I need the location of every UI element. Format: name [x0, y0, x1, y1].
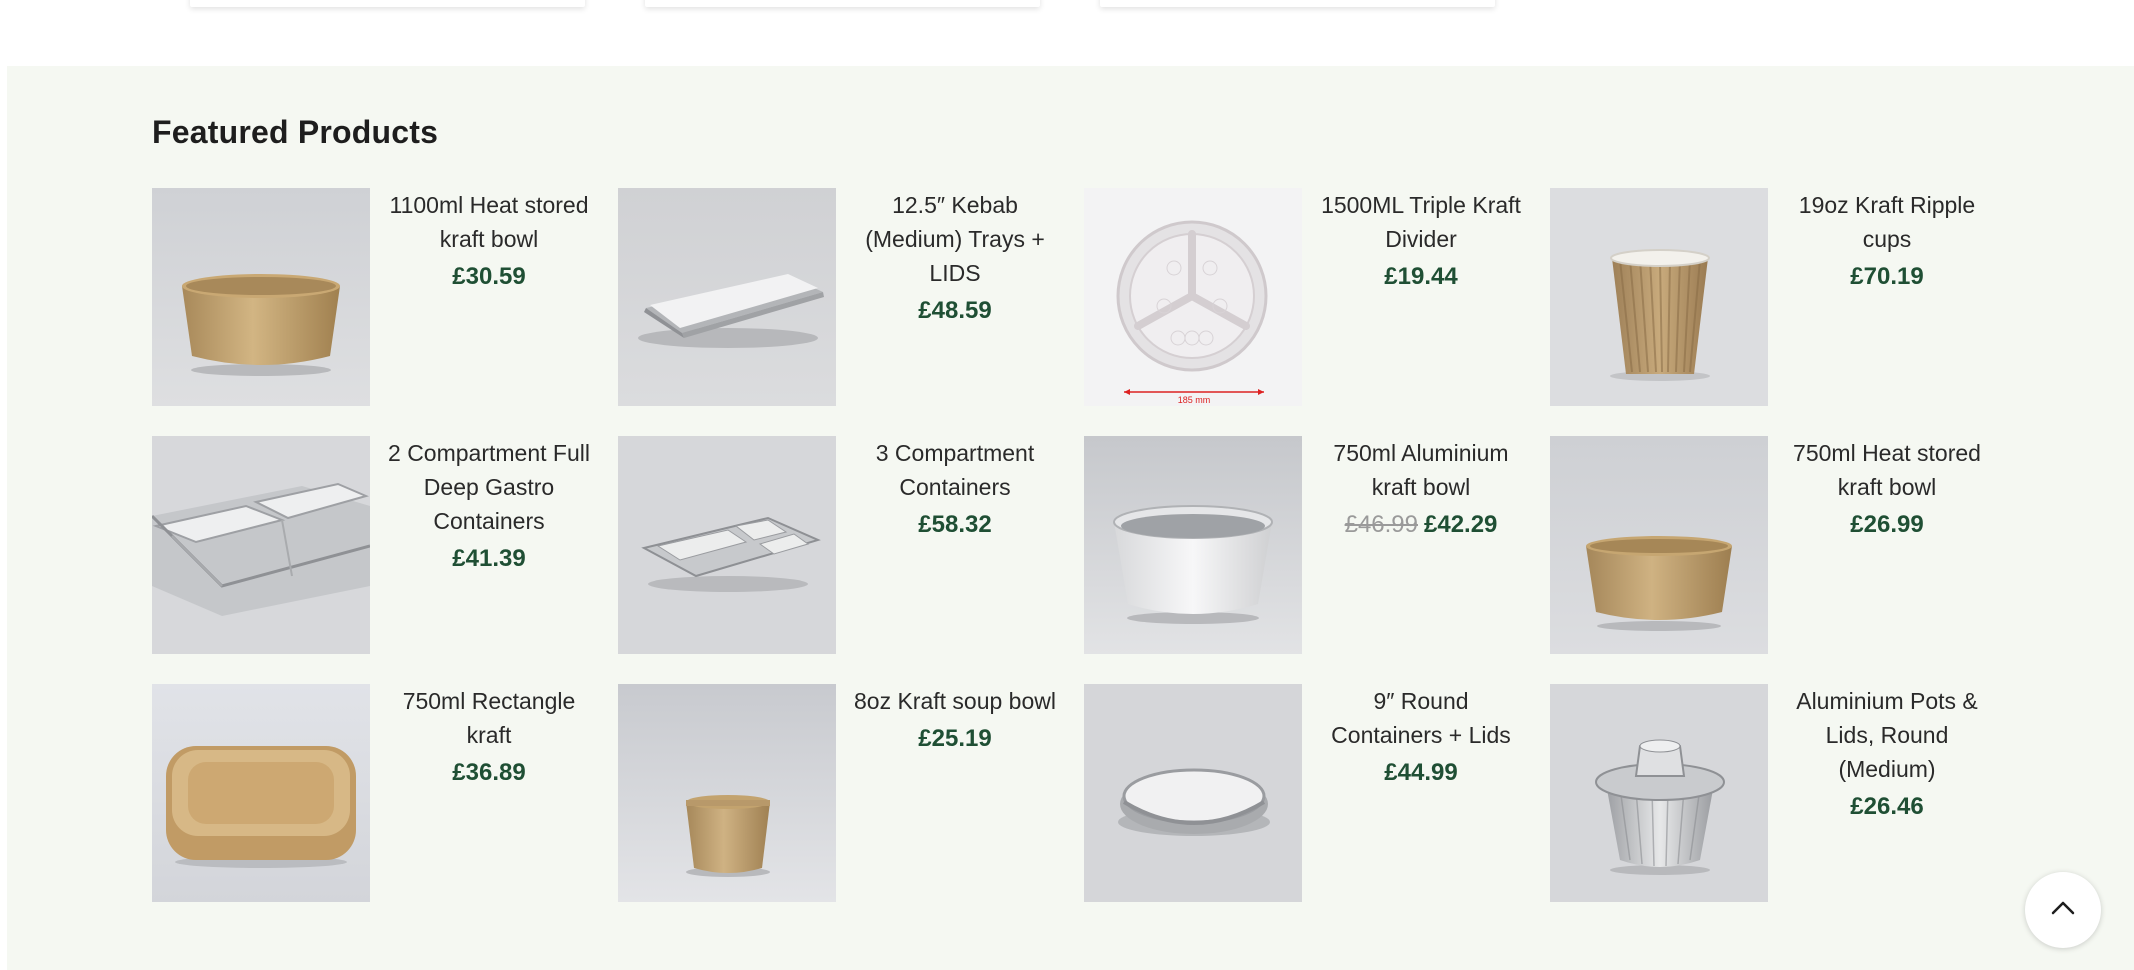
- product-image[interactable]: [618, 436, 836, 654]
- product-info: 750ml Rectangle kraft £36.89: [384, 684, 594, 788]
- soup-cup-icon: [618, 684, 836, 902]
- product-card[interactable]: 185 mm 1500ML Triple Kraft Divider £19.4…: [1084, 188, 1539, 406]
- product-name[interactable]: 3 Compartment Containers: [850, 436, 1060, 504]
- product-old-price: £46.99: [1344, 511, 1418, 538]
- product-card[interactable]: 750ml Heat stored kraft bowl £26.99: [1550, 436, 2005, 654]
- product-info: 1100ml Heat stored kraft bowl £30.59: [384, 188, 594, 292]
- product-card[interactable]: Aluminium Pots & Lids, Round (Medium) £2…: [1550, 684, 2005, 902]
- product-image[interactable]: [1550, 684, 1768, 902]
- product-price: £36.89: [452, 759, 526, 786]
- product-price: £26.99: [1850, 511, 1924, 538]
- product-card[interactable]: 1100ml Heat stored kraft bowl £30.59: [152, 188, 607, 406]
- kraft-bowl-icon: [1550, 436, 1768, 654]
- product-image[interactable]: [1550, 436, 1768, 654]
- product-price-row: £41.39: [384, 544, 594, 574]
- product-image[interactable]: [618, 684, 836, 902]
- product-name[interactable]: 750ml Rectangle kraft: [384, 684, 594, 752]
- product-price: £41.39: [452, 545, 526, 572]
- product-info: 2 Compartment Full Deep Gastro Container…: [384, 436, 594, 574]
- product-card[interactable]: 8oz Kraft soup bowl £25.19: [618, 684, 1073, 902]
- product-price-row: £30.59: [384, 262, 594, 292]
- product-price-row: £44.99: [1316, 758, 1526, 788]
- product-price-row: £48.59: [850, 296, 1060, 326]
- product-price-row: £26.46: [1782, 792, 1992, 822]
- product-price-row: £26.99: [1782, 510, 1992, 540]
- product-name[interactable]: 8oz Kraft soup bowl: [850, 684, 1060, 718]
- product-info: 750ml Aluminium kraft bowl £46.99 £42.29: [1316, 436, 1526, 540]
- product-price-row: £70.19: [1782, 262, 1992, 292]
- product-image[interactable]: [1550, 188, 1768, 406]
- round-foil-lid-icon: [1084, 684, 1302, 902]
- product-name[interactable]: 12.5″ Kebab (Medium) Trays + LIDS: [850, 188, 1060, 290]
- image-caption: 185 mm: [1178, 395, 1211, 405]
- product-image[interactable]: [618, 188, 836, 406]
- product-price: £25.19: [918, 725, 992, 752]
- product-price: £48.59: [918, 297, 992, 324]
- product-price: £19.44: [1384, 263, 1458, 290]
- ripple-cup-icon: [1550, 188, 1768, 406]
- product-price: £70.19: [1850, 263, 1924, 290]
- product-card[interactable]: 3 Compartment Containers £58.32: [618, 436, 1073, 654]
- product-name[interactable]: 750ml Heat stored kraft bowl: [1782, 436, 1992, 504]
- product-info: 3 Compartment Containers £58.32: [850, 436, 1060, 540]
- foil-pot-icon: [1550, 684, 1768, 902]
- product-image[interactable]: [152, 188, 370, 406]
- product-name[interactable]: Aluminium Pots & Lids, Round (Medium): [1782, 684, 1992, 786]
- rectangle-kraft-icon: [152, 684, 370, 902]
- back-to-top-button[interactable]: [2025, 872, 2101, 948]
- top-cards-strip: [0, 0, 2134, 66]
- product-image[interactable]: [1084, 684, 1302, 902]
- featured-products-section: Featured Products 1100ml Heat stored kra…: [7, 66, 2134, 970]
- aluminium-bowl-icon: [1084, 436, 1302, 654]
- product-image[interactable]: [152, 684, 370, 902]
- section-title: Featured Products: [152, 114, 439, 150]
- product-info: Aluminium Pots & Lids, Round (Medium) £2…: [1782, 684, 1992, 822]
- product-name[interactable]: 9″ Round Containers + Lids: [1316, 684, 1526, 752]
- product-card[interactable]: 12.5″ Kebab (Medium) Trays + LIDS £48.59: [618, 188, 1073, 406]
- product-card[interactable]: 2 Compartment Full Deep Gastro Container…: [152, 436, 607, 654]
- product-price: £58.32: [918, 511, 992, 538]
- product-info: 12.5″ Kebab (Medium) Trays + LIDS £48.59: [850, 188, 1060, 326]
- left-edge: [0, 0, 7, 970]
- product-price-row: £46.99 £42.29: [1316, 510, 1526, 540]
- product-info: 19oz Kraft Ripple cups £70.19: [1782, 188, 1992, 292]
- two-compartment-foil-icon: [152, 436, 370, 654]
- product-name[interactable]: 19oz Kraft Ripple cups: [1782, 188, 1992, 256]
- chevron-up-icon: [2048, 893, 2078, 928]
- product-price: £26.46: [1850, 793, 1924, 820]
- product-grid: 1100ml Heat stored kraft bowl £30.59 12.…: [152, 188, 2022, 908]
- foil-tray-lid-icon: [618, 188, 836, 406]
- product-name[interactable]: 750ml Aluminium kraft bowl: [1316, 436, 1526, 504]
- product-info: 9″ Round Containers + Lids £44.99: [1316, 684, 1526, 788]
- top-card: [190, 0, 585, 7]
- product-price: £42.29: [1424, 511, 1498, 538]
- product-card[interactable]: 19oz Kraft Ripple cups £70.19: [1550, 188, 2005, 406]
- product-price-row: £58.32: [850, 510, 1060, 540]
- top-card: [645, 0, 1040, 7]
- product-name[interactable]: 1500ML Triple Kraft Divider: [1316, 188, 1526, 256]
- three-compartment-foil-icon: [618, 436, 836, 654]
- product-image[interactable]: 185 mm: [1084, 188, 1302, 406]
- product-price-row: £36.89: [384, 758, 594, 788]
- product-card[interactable]: 9″ Round Containers + Lids £44.99: [1084, 684, 1539, 902]
- product-name[interactable]: 1100ml Heat stored kraft bowl: [384, 188, 594, 256]
- product-price: £30.59: [452, 263, 526, 290]
- product-name[interactable]: 2 Compartment Full Deep Gastro Container…: [384, 436, 594, 538]
- product-card[interactable]: 750ml Rectangle kraft £36.89: [152, 684, 607, 902]
- product-info: 750ml Heat stored kraft bowl £26.99: [1782, 436, 1992, 540]
- kraft-bowl-icon: [152, 188, 370, 406]
- top-card: [1100, 0, 1495, 7]
- product-price-row: £25.19: [850, 724, 1060, 754]
- product-image[interactable]: [1084, 436, 1302, 654]
- product-price-row: £19.44: [1316, 262, 1526, 292]
- product-price: £44.99: [1384, 759, 1458, 786]
- product-image[interactable]: [152, 436, 370, 654]
- product-info: 1500ML Triple Kraft Divider £19.44: [1316, 188, 1526, 292]
- divider-plate-icon: 185 mm: [1084, 188, 1302, 406]
- product-card[interactable]: 750ml Aluminium kraft bowl £46.99 £42.29: [1084, 436, 1539, 654]
- product-info: 8oz Kraft soup bowl £25.19: [850, 684, 1060, 754]
